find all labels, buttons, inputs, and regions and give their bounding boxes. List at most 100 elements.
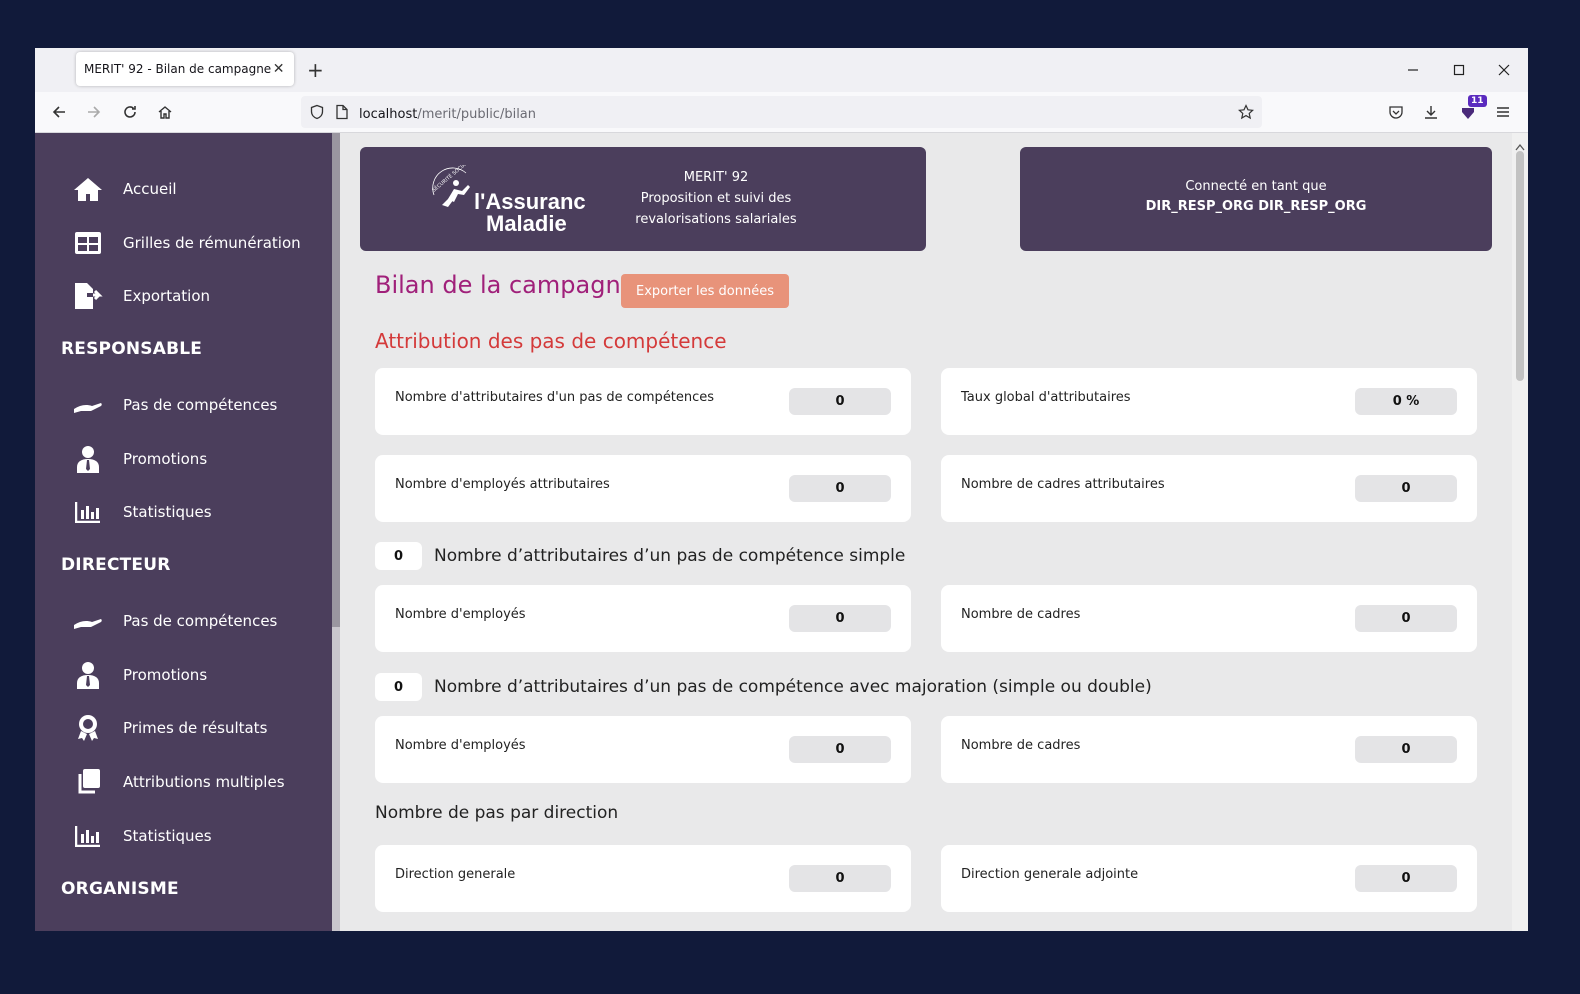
stat-card: Nombre de cadres 0 [941, 716, 1477, 783]
count-label: Nombre d’attributaires d’un pas de compé… [434, 677, 1152, 697]
stat-card: Direction generale 0 [375, 845, 911, 912]
sidebar-item-grilles[interactable]: Grilles de rémunération [73, 225, 301, 261]
sidebar-item-resp-promotions[interactable]: Promotions [73, 441, 207, 477]
sidebar-item-dir-primes[interactable]: Primes de résultats [73, 710, 267, 746]
stat-value: 0 [1355, 736, 1457, 763]
url-text: localhost/merit/public/bilan [359, 103, 536, 122]
user-tie-icon [73, 660, 103, 690]
close-tab-icon[interactable]: ✕ [271, 61, 286, 77]
sidebar-item-accueil[interactable]: Accueil [73, 171, 177, 207]
section-title-responsable: RESPONSABLE [61, 339, 203, 359]
stat-label: Nombre d'employés [395, 607, 526, 622]
minimize-icon[interactable] [1399, 56, 1427, 84]
url-bar[interactable]: localhost/merit/public/bilan [301, 96, 1262, 128]
stat-label: Nombre de cadres [961, 607, 1081, 622]
stat-card: Nombre d'employés attributaires 0 [375, 455, 911, 522]
stat-value: 0 [1355, 605, 1457, 632]
user-info: Connecté en tant que DIR_RESP_ORG DIR_RE… [1020, 177, 1492, 217]
back-icon[interactable] [47, 100, 71, 124]
stat-card: Nombre d'employés 0 [375, 585, 911, 652]
stat-label: Nombre d'employés attributaires [395, 477, 610, 492]
file-export-icon [73, 281, 103, 311]
extension-icon[interactable]: 11 [1456, 95, 1487, 124]
new-tab-icon[interactable]: + [307, 58, 324, 82]
stat-label: Nombre de cadres [961, 738, 1081, 753]
page-scrollbar[interactable] [1512, 133, 1528, 931]
sidebar-item-label: Exportation [123, 287, 211, 305]
sidebar-item-label: Statistiques [123, 503, 212, 521]
stat-value: 0 [789, 736, 891, 763]
export-button[interactable]: Exporter les données [621, 274, 789, 308]
chart-icon [73, 821, 103, 851]
navigation-bar: localhost/merit/public/bilan 11 [35, 92, 1528, 133]
sidebar-item-label: Pas de compétences [123, 396, 278, 414]
table-icon [73, 228, 103, 258]
forward-icon[interactable] [82, 100, 106, 124]
sidebar-item-label: Promotions [123, 450, 208, 468]
app-name: MERIT' 92 [683, 170, 749, 185]
sidebar-item-dir-pas-competences[interactable]: Pas de compétences [73, 603, 277, 639]
shield-icon[interactable] [309, 104, 325, 120]
sidebar-item-exportation[interactable]: Exportation [73, 278, 210, 314]
bookmark-star-icon[interactable] [1238, 104, 1254, 120]
stat-label: Nombre de cadres attributaires [961, 477, 1165, 492]
stat-value: 0 [789, 475, 891, 502]
close-window-icon[interactable] [1490, 56, 1518, 84]
assurance-maladie-logo: SÉCURITÉ SOCIALE l'Assurance Maladie [426, 157, 598, 236]
app-header-card: SÉCURITÉ SOCIALE l'Assurance Maladie MER… [360, 147, 926, 251]
pocket-icon[interactable] [1384, 100, 1408, 124]
browser-window: MERIT' 92 - Bilan de campagne ✕ + localh… [35, 48, 1528, 931]
stat-value: 0 [789, 605, 891, 632]
user-tie-icon [73, 444, 103, 474]
sidebar: Accueil Grilles de rémunération Exportat… [35, 133, 332, 931]
maximize-icon[interactable] [1445, 56, 1473, 84]
home-browser-icon[interactable] [153, 100, 177, 124]
copy-icon [73, 767, 103, 797]
hand-icon [73, 606, 103, 636]
stat-label: Taux global d'attributaires [961, 390, 1131, 405]
main-content: SÉCURITÉ SOCIALE l'Assurance Maladie MER… [340, 133, 1512, 931]
stat-card: Nombre de cadres 0 [941, 585, 1477, 652]
menu-icon[interactable] [1491, 100, 1515, 124]
user-card: Connecté en tant que DIR_RESP_ORG DIR_RE… [1020, 147, 1492, 251]
home-icon [73, 174, 103, 204]
sidebar-item-label: Grilles de rémunération [123, 234, 301, 252]
sidebar-item-label: Attributions multiples [123, 773, 285, 791]
sidebar-item-resp-pas-competences[interactable]: Pas de compétences [73, 387, 277, 423]
stat-value: 0 % [1355, 388, 1457, 415]
section-title-directeur: DIRECTEUR [61, 555, 171, 575]
sidebar-scrollbar[interactable] [332, 133, 340, 931]
download-icon[interactable] [1419, 100, 1443, 124]
stat-value: 0 [1355, 475, 1457, 502]
app-description: MERIT' 92 Proposition et suivi des reval… [620, 167, 812, 230]
scroll-up-icon[interactable] [1515, 136, 1525, 151]
sidebar-item-dir-statistiques[interactable]: Statistiques [73, 818, 212, 854]
sidebar-item-label: Pas de compétences [123, 612, 278, 630]
sidebar-item-dir-promotions[interactable]: Promotions [73, 657, 207, 693]
section-heading: Attribution des pas de compétence [375, 329, 727, 353]
app-desc-line2: revalorisations salariales [635, 212, 797, 227]
tab-title: MERIT' 92 - Bilan de campagne [84, 62, 272, 76]
user-prefix: Connecté en tant que [1185, 179, 1327, 194]
page-scrollbar-thumb[interactable] [1516, 151, 1524, 381]
chart-icon [73, 497, 103, 527]
sidebar-item-label: Primes de résultats [123, 719, 268, 737]
reload-icon[interactable] [118, 100, 142, 124]
browser-tab[interactable]: MERIT' 92 - Bilan de campagne ✕ [76, 52, 294, 86]
simple-count-row: 0 Nombre d’attributaires d’un pas de com… [375, 541, 905, 571]
sidebar-item-dir-attributions-multiples[interactable]: Attributions multiples [73, 764, 285, 800]
stat-card: Nombre d'attributaires d'un pas de compé… [375, 368, 911, 435]
stat-card: Direction generale adjointe 0 [941, 845, 1477, 912]
stat-value: 0 [1355, 865, 1457, 892]
stat-value: 0 [789, 388, 891, 415]
url-host: localhost [359, 106, 418, 122]
sidebar-scrollbar-thumb[interactable] [332, 133, 340, 627]
sidebar-item-resp-statistiques[interactable]: Statistiques [73, 494, 212, 530]
count-badge: 0 [375, 673, 422, 701]
stat-value: 0 [789, 865, 891, 892]
stat-card: Nombre de cadres attributaires 0 [941, 455, 1477, 522]
user-name: DIR_RESP_ORG DIR_RESP_ORG [1145, 199, 1367, 214]
page-title: Bilan de la campagne [375, 271, 636, 299]
sidebar-item-label: Accueil [123, 180, 177, 198]
svg-text:Maladie: Maladie [486, 211, 567, 235]
